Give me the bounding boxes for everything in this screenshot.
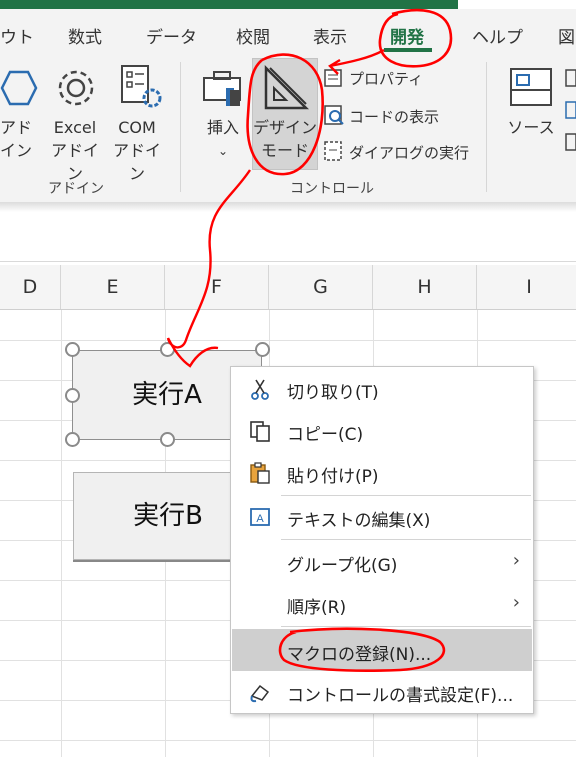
annotation-circle-assign-macro: [278, 627, 446, 672]
annotation-circle-developer-tab: [378, 8, 453, 68]
red-annotation-overlay: [166, 8, 453, 672]
annotation-circle-design-mode: [246, 53, 324, 176]
annotation-arrow-to-button: [166, 169, 251, 368]
annotation-arrow-to-design-mode: [328, 48, 385, 75]
